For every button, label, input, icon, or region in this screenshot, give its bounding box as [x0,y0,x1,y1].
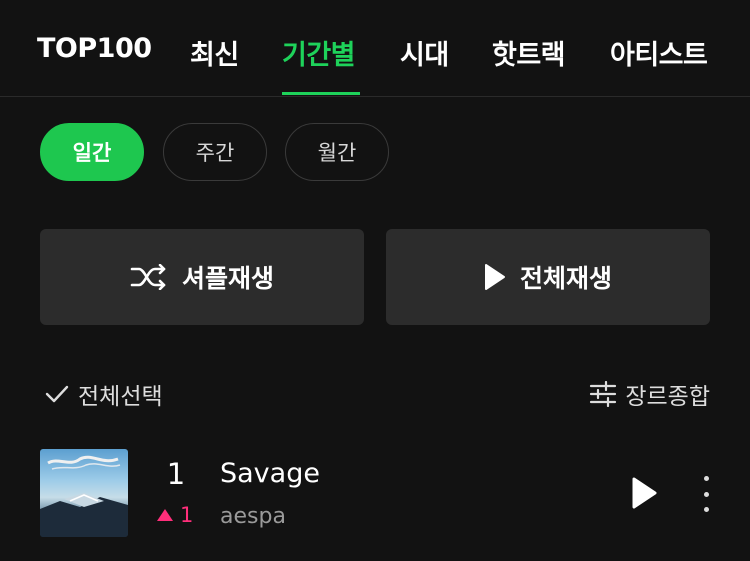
more-options-button[interactable] [696,476,716,512]
genre-filter-label: 장르종합 [625,384,710,410]
active-tab-indicator [282,92,360,95]
play-all-button[interactable]: 전체재생 [386,229,710,325]
check-icon [45,385,69,403]
rank-change-value: 1 [180,503,194,527]
tab-top100[interactable]: TOP100 [37,33,152,64]
shuffle-icon [130,264,166,290]
more-dot [703,476,709,481]
track-row[interactable]: 1 1 Savage aespa [0,440,750,550]
tab-era[interactable]: 시대 [400,33,449,72]
track-play-button[interactable] [630,476,658,514]
shuffle-play-button[interactable]: 셔플재생 [40,229,364,325]
more-dot [703,491,709,497]
rank-up-icon [157,509,173,521]
album-cover[interactable] [40,449,128,537]
filter-weekly[interactable]: 주간 [163,123,267,181]
filter-monthly[interactable]: 월간 [285,123,389,181]
chart-rank: 1 [166,457,186,491]
shuffle-play-label: 셔플재생 [181,264,274,293]
filter-daily[interactable]: 일간 [40,123,144,181]
sliders-icon [590,381,617,407]
play-icon [632,477,657,509]
tab-artist[interactable]: 아티스트 [610,33,708,72]
genre-filter-button[interactable]: 장르종합 [589,377,710,411]
track-title[interactable]: Savage [220,458,320,489]
rank-change: 1 [156,503,193,527]
play-icon [484,264,505,290]
tab-period[interactable]: 기간별 [282,33,356,72]
category-tabs: TOP100 최신 기간별 시대 핫트랙 아티스트 [0,0,750,97]
play-all-label: 전체재생 [519,264,612,293]
tab-latest[interactable]: 최신 [190,33,239,72]
tab-hot-track[interactable]: 핫트랙 [492,33,566,72]
track-artist[interactable]: aespa [220,504,286,529]
select-all-label: 전체선택 [78,384,163,410]
more-dot [703,507,709,512]
select-all-toggle[interactable]: 전체선택 [44,377,163,411]
